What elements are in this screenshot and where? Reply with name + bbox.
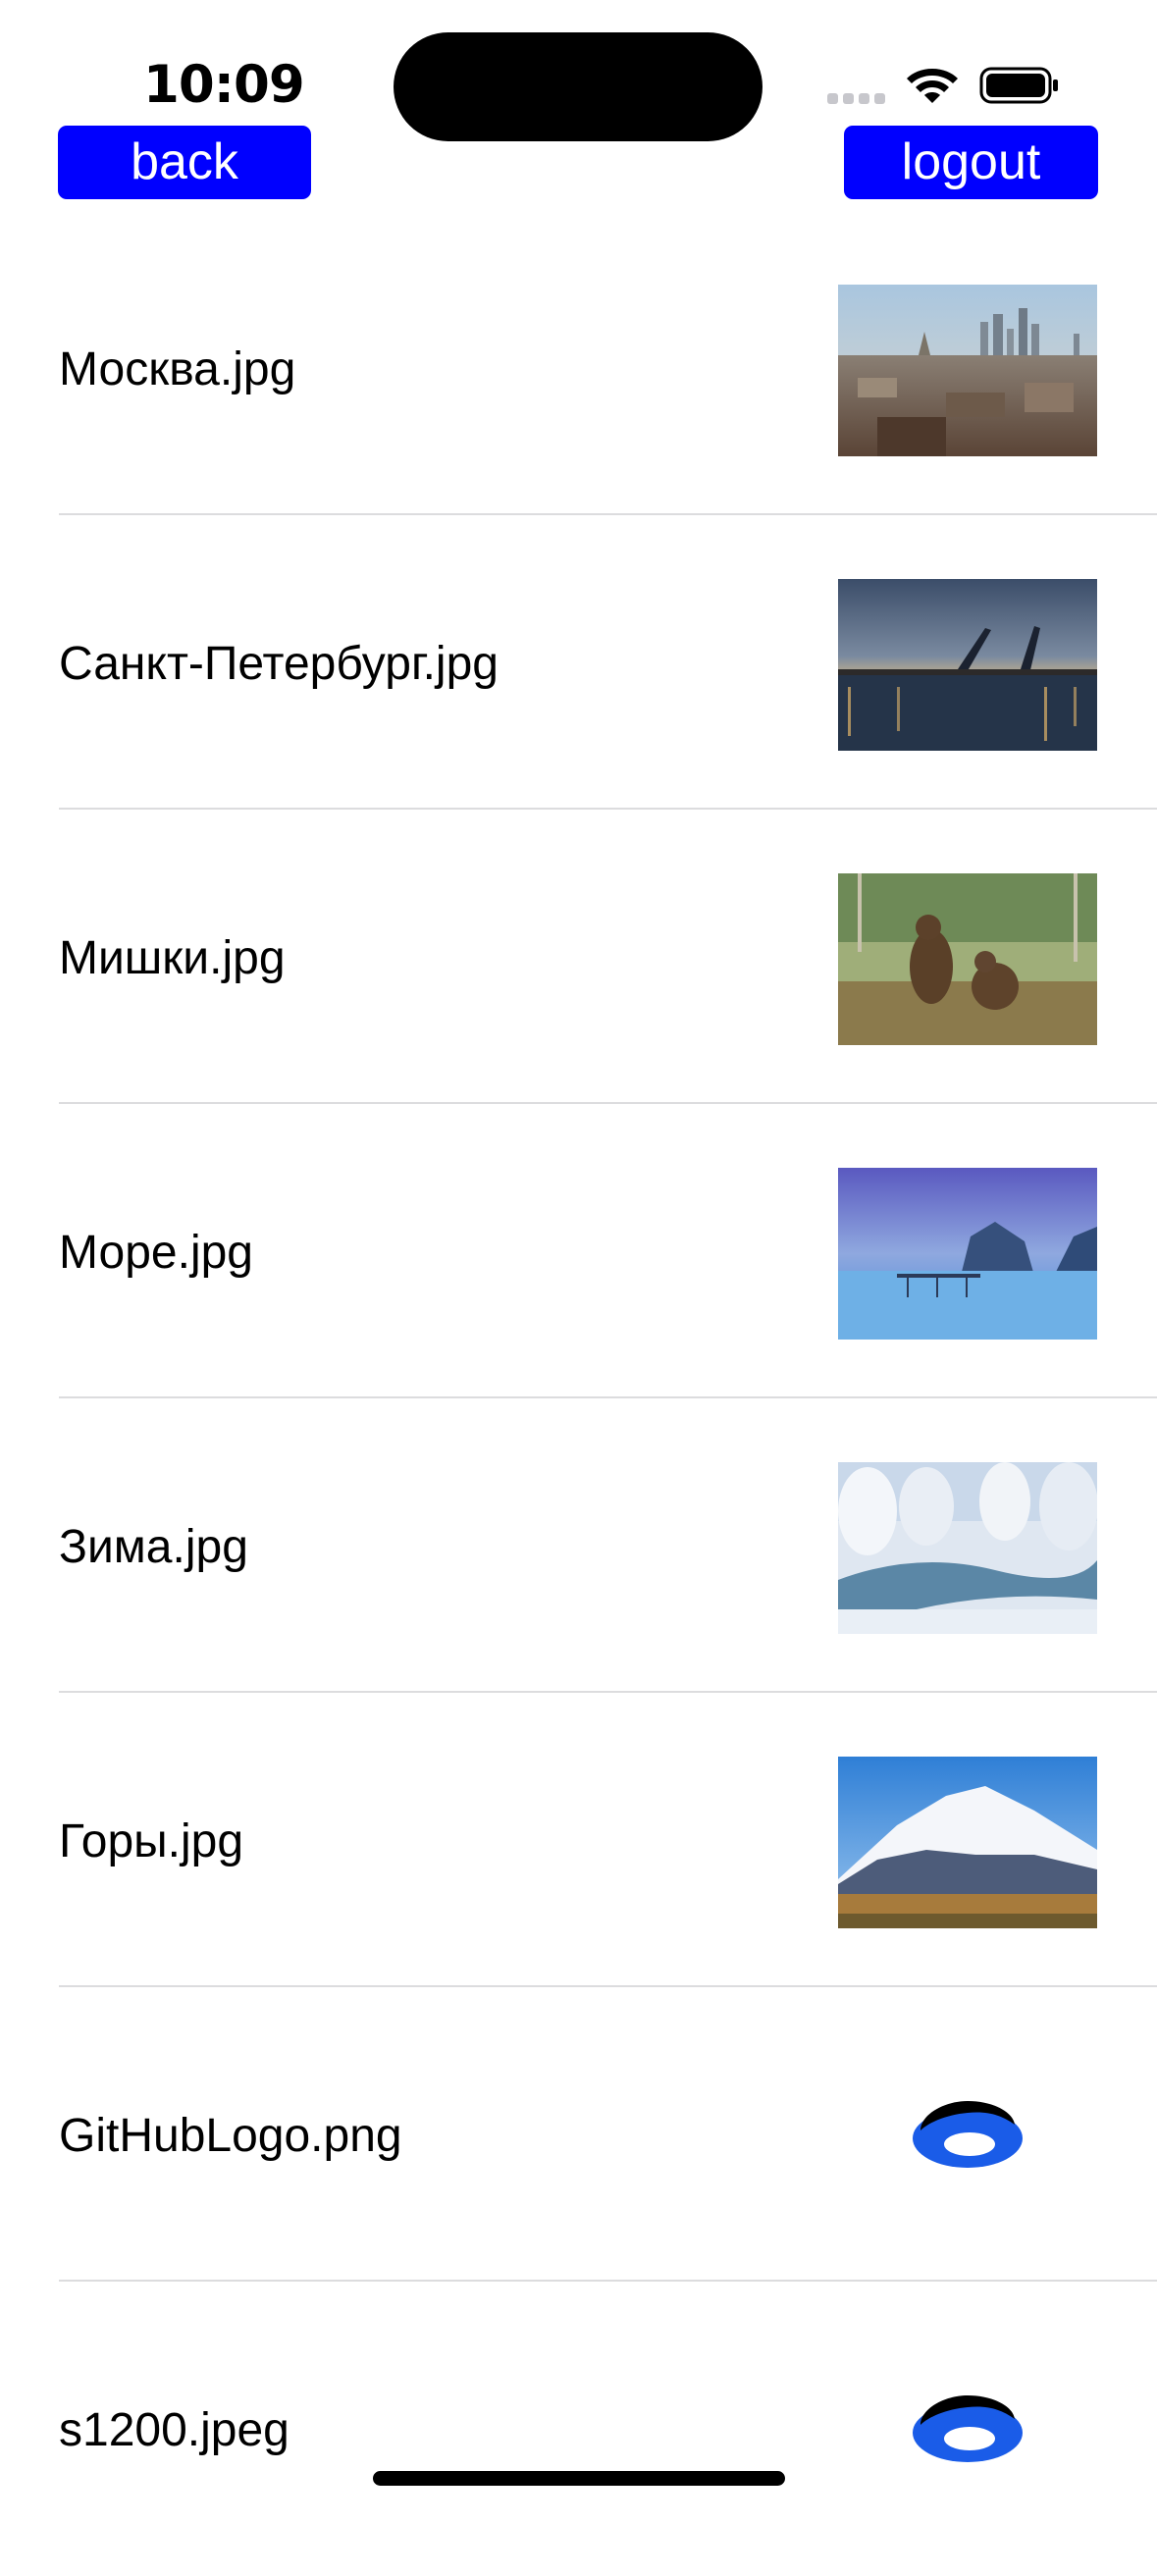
- file-name: Мишки.jpg: [59, 932, 286, 984]
- file-row[interactable]: Море.jpg: [59, 1104, 1157, 1398]
- file-row[interactable]: Мишки.jpg: [59, 810, 1157, 1104]
- yandex-disk-icon: [913, 2395, 1023, 2462]
- file-row[interactable]: Зима.jpg: [59, 1398, 1157, 1693]
- battery-icon: [979, 67, 1058, 104]
- file-name: Зима.jpg: [59, 1521, 248, 1573]
- saint-petersburg-bridge-thumbnail: [838, 579, 1097, 751]
- yandex-disk-icon: [913, 2101, 1023, 2168]
- file-list: Москва.jpg Санкт-Петербург.jpg Мишки.jpg…: [0, 221, 1157, 2576]
- sea-pier-thumbnail: [838, 1168, 1097, 1340]
- moscow-skyline-thumbnail: [838, 285, 1097, 456]
- file-name: Санкт-Петербург.jpg: [59, 638, 499, 690]
- file-name: Горы.jpg: [59, 1815, 244, 1867]
- snowy-mountain-thumbnail: [838, 1757, 1097, 1928]
- file-row[interactable]: Горы.jpg: [59, 1693, 1157, 1987]
- logout-button[interactable]: logout: [844, 126, 1098, 199]
- wifi-icon: [907, 69, 958, 103]
- file-row[interactable]: s1200.jpeg: [59, 2282, 1157, 2576]
- status-time: 10:09: [143, 55, 305, 115]
- cellular-signal-icon: [827, 91, 886, 105]
- file-row[interactable]: GitHubLogo.png: [59, 1987, 1157, 2282]
- file-name: GitHubLogo.png: [59, 2110, 402, 2162]
- file-row[interactable]: Москва.jpg: [59, 221, 1157, 515]
- back-button[interactable]: back: [58, 126, 311, 199]
- file-name: s1200.jpeg: [59, 2404, 289, 2456]
- home-indicator: [373, 2471, 785, 2486]
- file-name: Море.jpg: [59, 1227, 253, 1279]
- file-name: Москва.jpg: [59, 343, 296, 395]
- winter-river-thumbnail: [838, 1462, 1097, 1634]
- dynamic-island: [394, 32, 763, 141]
- bears-thumbnail: [838, 873, 1097, 1045]
- file-row[interactable]: Санкт-Петербург.jpg: [59, 515, 1157, 810]
